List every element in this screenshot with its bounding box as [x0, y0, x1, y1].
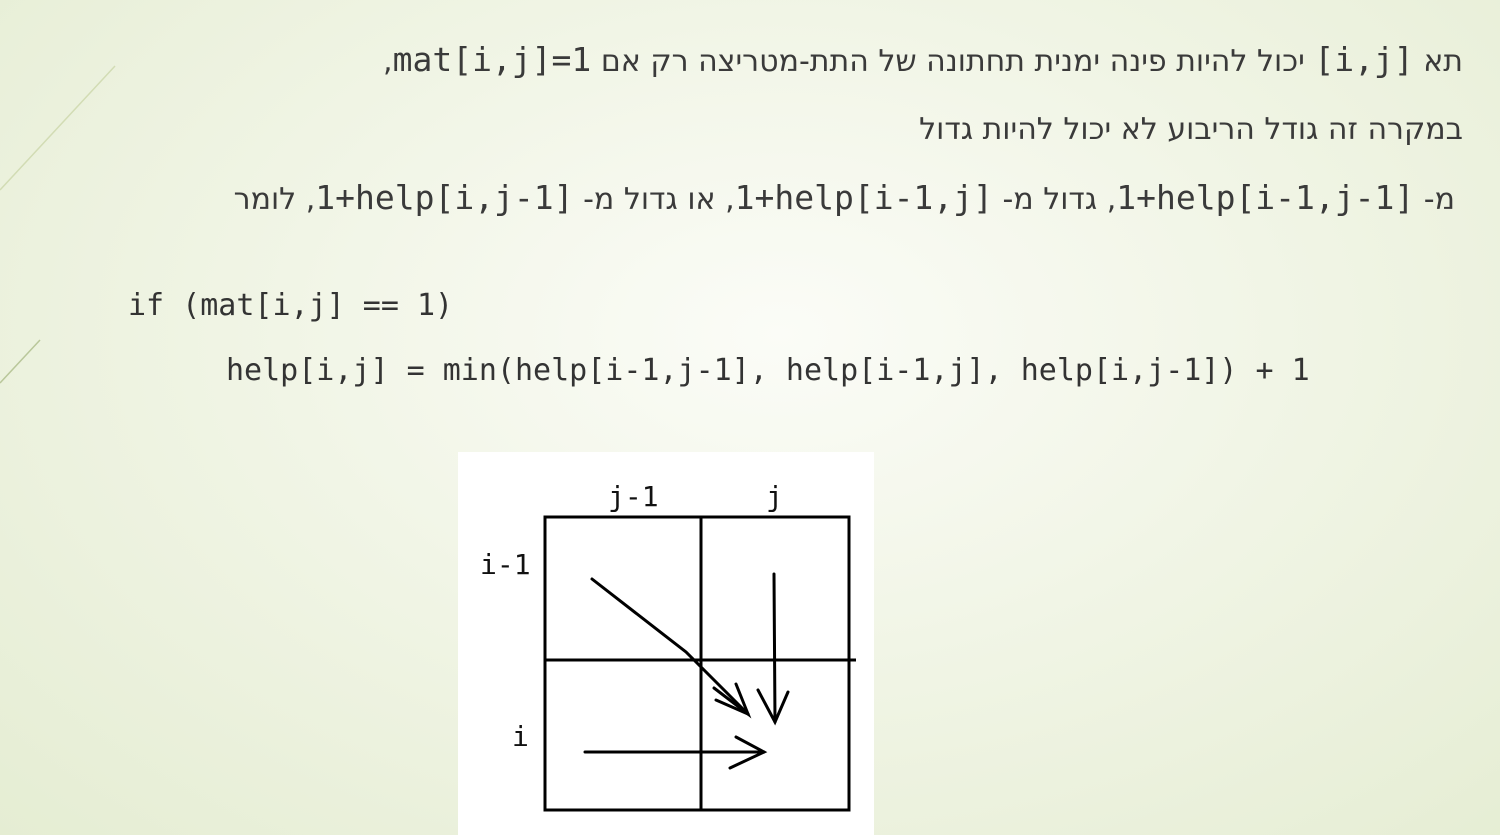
down-arrow-icon [756, 572, 790, 726]
comparison-text-1: מ- [1423, 182, 1455, 217]
square-size-sentence: במקרה זה גודל הריבוע לא יכול להיות גדול [919, 112, 1463, 147]
cell-word: תא [1423, 44, 1463, 79]
comparison-text-2: , גדול מ- [1002, 182, 1117, 217]
comparison-text-4: , לומר [233, 182, 316, 217]
code-assignment-line: help[i,j] = min(help[i-1,j-1], help[i-1,… [226, 353, 1310, 388]
code-if-line: if (mat[i,j] == 1) [128, 288, 454, 323]
left-expression: 1+help[i,j-1] [315, 178, 574, 217]
row-label-i-minus-1: i-1 [480, 548, 531, 581]
diagonal-expression: 1+help[i-1,j-1] [1116, 178, 1415, 217]
grid-diagram-svg: j-1 j i-1 i [480, 480, 856, 812]
condition-text: יכול להיות פינה ימנית תחתונה של התת-מטרי… [600, 44, 1305, 79]
condition-expression: mat[i,j]=1 [392, 40, 592, 79]
row-label-i: i [512, 720, 529, 753]
condition-comma: , [383, 44, 393, 79]
cell-expression: [i,j] [1314, 40, 1414, 79]
diagonal-arrow-icon [590, 577, 752, 719]
comparison-sentence: מ- 1+help[i-1,j-1], גדול מ- 1+help[i-1,j… [234, 178, 1455, 217]
col-label-j: j [766, 480, 783, 513]
grid-diagram: j-1 j i-1 i [458, 452, 874, 835]
arrows [583, 572, 790, 770]
col-label-j-minus-1: j-1 [608, 480, 659, 513]
grid [543, 515, 856, 812]
top-expression: 1+help[i-1,j] [734, 178, 993, 217]
condition-sentence: תא [i,j] יכול להיות פינה ימנית תחתונה של… [383, 40, 1463, 79]
comparison-text-3: , או גדול מ- [583, 182, 735, 217]
right-arrow-icon [583, 735, 768, 770]
